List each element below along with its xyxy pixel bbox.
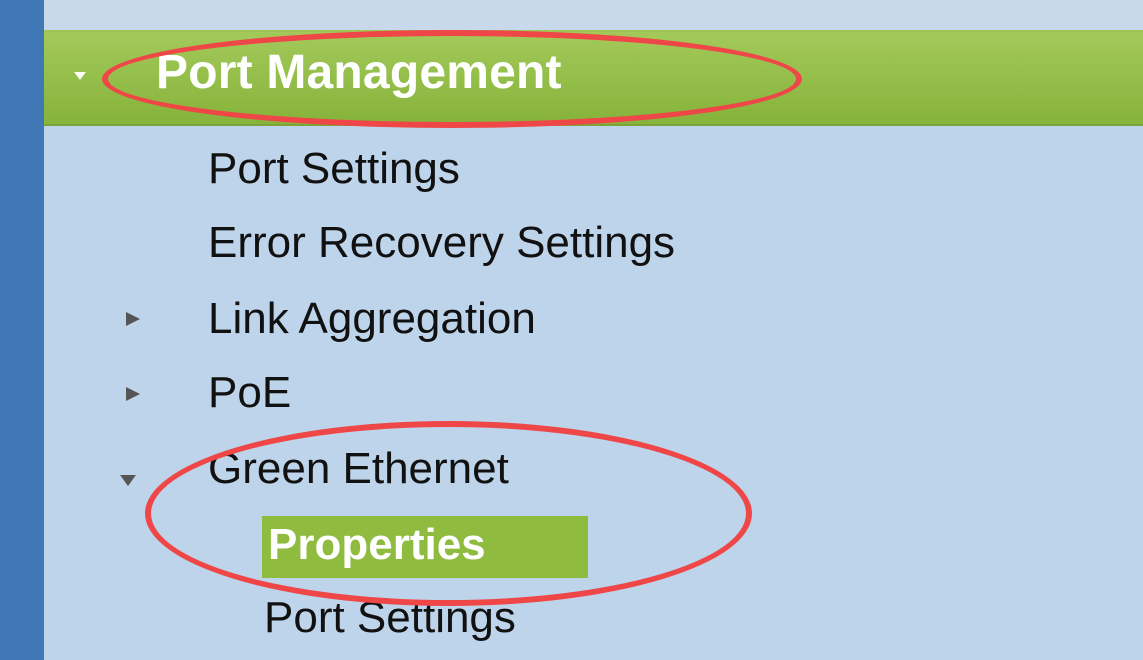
- collapsed-arrow-icon[interactable]: [126, 387, 140, 401]
- menu-item-green-ethernet[interactable]: Green Ethernet: [208, 442, 509, 496]
- panel-top-strip: [44, 0, 1143, 30]
- menu-item-poe[interactable]: PoE: [208, 366, 291, 420]
- menu-item-link-aggregation[interactable]: Link Aggregation: [208, 292, 536, 346]
- expanded-arrow-icon[interactable]: [120, 475, 136, 486]
- menu-item-properties[interactable]: Properties: [268, 517, 486, 573]
- collapsed-arrow-icon[interactable]: [126, 312, 140, 326]
- menu-item-error-recovery-settings[interactable]: Error Recovery Settings: [208, 216, 675, 270]
- screenshot-frame: Port Management Port Settings Error Reco…: [0, 0, 1143, 660]
- left-rail: [0, 0, 44, 660]
- expanded-arrow-icon[interactable]: [74, 72, 86, 80]
- section-title: Port Management: [156, 46, 562, 99]
- menu-item-port-settings[interactable]: Port Settings: [208, 142, 460, 196]
- menu-item-green-ethernet-port-settings[interactable]: Port Settings: [264, 591, 516, 645]
